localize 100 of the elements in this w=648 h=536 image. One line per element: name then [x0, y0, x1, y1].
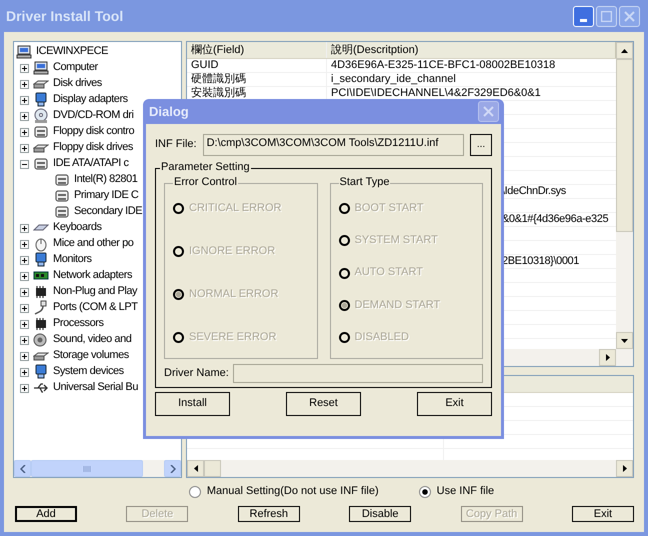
action-button[interactable]: Add [15, 506, 77, 522]
tree-item[interactable]: Display adapters [53, 93, 128, 107]
vertical-scrollbar[interactable] [616, 42, 633, 349]
driver-name-field[interactable] [232, 364, 483, 383]
tree-item[interactable]: ICEWINXPECE [36, 45, 108, 59]
plus-icon [21, 64, 28, 72]
plus-icon [21, 240, 28, 248]
maximize-icon [601, 10, 612, 22]
expand-toggle[interactable] [20, 80, 29, 88]
plus-icon [21, 384, 28, 392]
expand-toggle[interactable] [20, 288, 29, 296]
tree-item[interactable]: Floppy disk drives [53, 141, 133, 155]
minimize-icon [580, 18, 587, 22]
controller-icon [54, 172, 70, 188]
expand-toggle[interactable] [20, 144, 29, 152]
table-cell-text: \IdeChnDr.sys [501, 185, 567, 198]
expand-toggle[interactable] [20, 368, 29, 376]
tree-item[interactable]: Storage volumes [53, 349, 129, 363]
tree-item[interactable]: IDE ATA/ATAPI c [53, 157, 129, 171]
scroll-thumb[interactable] [204, 460, 221, 477]
group-title: Start Type [338, 176, 390, 190]
tree-item[interactable]: Computer [53, 61, 98, 75]
right-arrow-icon[interactable] [606, 354, 610, 361]
table-cell-text: &0&1#{4d36e96a-e325 [501, 213, 610, 226]
inf-file-field[interactable]: D:\cmp\3COM\3COM\3COM Tools\ZD1211U.inf [202, 134, 464, 156]
expand-toggle[interactable] [20, 256, 29, 264]
expand-toggle[interactable] [20, 224, 29, 232]
tree-item[interactable]: System devices [53, 365, 124, 379]
up-arrow-icon[interactable] [621, 48, 628, 52]
chip-icon [33, 284, 49, 300]
dialog-button[interactable]: Reset [286, 392, 361, 416]
monitor-icon [33, 92, 49, 108]
controller-icon [54, 204, 70, 220]
dialog-button[interactable]: Install [155, 392, 230, 416]
expand-toggle[interactable] [20, 112, 29, 120]
plus-icon [21, 320, 28, 328]
window-title: Driver Install Tool [6, 8, 124, 24]
plus-icon [21, 256, 28, 264]
down-arrow-icon[interactable] [621, 338, 628, 342]
expand-toggle[interactable] [20, 336, 29, 344]
action-button[interactable]: Refresh [238, 506, 300, 522]
tree-item[interactable]: Non-Plug and Play [53, 285, 138, 299]
cable-icon [33, 300, 49, 316]
expand-toggle[interactable] [20, 240, 29, 248]
plus-icon [21, 368, 28, 376]
tree-item[interactable]: Monitors [53, 253, 92, 267]
plus-icon [21, 96, 28, 104]
close-icon [483, 106, 494, 117]
tree-item[interactable]: Floppy disk contro [53, 125, 134, 139]
tree-item[interactable]: Disk drives [53, 77, 102, 91]
tree-item[interactable]: Processors [53, 317, 104, 331]
table-cell-text: i_secondary_ide_channel [330, 73, 457, 86]
speaker-icon [33, 332, 49, 348]
computer-icon [33, 60, 49, 76]
controller-icon [54, 188, 70, 204]
plus-icon [21, 288, 28, 296]
controller-icon [33, 124, 49, 140]
radio-option[interactable]: Manual Setting(Do not use INF file) [188, 485, 379, 499]
tree-item[interactable]: Intel(R) 82801 [74, 173, 138, 187]
expand-toggle[interactable] [20, 160, 29, 168]
tree-item[interactable]: Keyboards [53, 221, 102, 235]
tree-item[interactable]: Primary IDE C [74, 189, 138, 203]
chip-icon [33, 316, 49, 332]
dialog-button[interactable]: Exit [417, 392, 492, 416]
radio-option[interactable]: Use INF file [418, 485, 494, 499]
tree-item[interactable]: Network adapters [53, 269, 132, 283]
plus-icon [21, 144, 28, 152]
column-header[interactable]: 欄位(Field) [187, 42, 327, 58]
plus-icon [21, 352, 28, 360]
tree-item[interactable]: Ports (COM & LPT [53, 301, 138, 315]
expand-toggle[interactable] [20, 64, 29, 72]
close-icon [624, 10, 635, 22]
tree-item[interactable]: Universal Serial Bu [53, 381, 138, 395]
plus-icon [21, 224, 28, 232]
action-button[interactable]: Disable [349, 506, 412, 522]
tree-item[interactable]: Mice and other po [53, 237, 134, 251]
grip-icon [83, 466, 91, 472]
expand-toggle[interactable] [20, 320, 29, 328]
tree-item[interactable]: DVD/CD-ROM dri [53, 109, 134, 123]
plus-icon [21, 272, 28, 280]
expand-toggle[interactable] [20, 96, 29, 104]
minimize-button[interactable] [573, 6, 594, 26]
tree-item[interactable]: Sound, video and [53, 333, 132, 347]
expand-toggle[interactable] [20, 128, 29, 136]
disc-icon [33, 108, 49, 124]
monitor-icon [33, 252, 49, 268]
driver-name-label: Driver Name: [164, 366, 229, 380]
left-arrow-icon[interactable] [194, 465, 198, 472]
action-button[interactable]: Exit [572, 506, 634, 522]
expand-toggle[interactable] [20, 384, 29, 392]
tree-item[interactable]: Secondary IDE [74, 205, 142, 219]
right-arrow-icon[interactable] [622, 465, 626, 472]
expand-toggle[interactable] [20, 272, 29, 280]
expand-toggle[interactable] [20, 304, 29, 312]
horizontal-scrollbar[interactable] [187, 460, 633, 477]
browse-button[interactable]: ... [470, 134, 492, 156]
table-cell-text: 2BE10318}\0001 [501, 255, 580, 268]
table-cell: 硬體識別碼 [187, 73, 327, 86]
expand-toggle[interactable] [20, 352, 29, 360]
mouse-icon [33, 236, 49, 252]
